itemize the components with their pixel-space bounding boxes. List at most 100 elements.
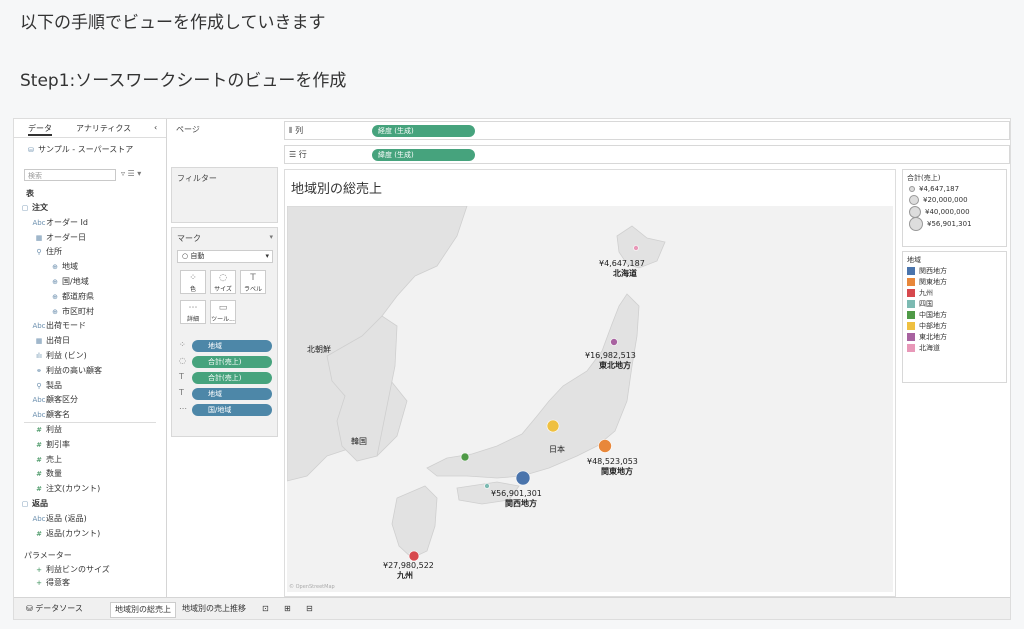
dimension-icon: ⊕ — [52, 263, 58, 272]
field-item[interactable]: ⊕ 国/地域 — [48, 275, 89, 289]
size-legend-item[interactable]: ¥40,000,000 — [903, 206, 1006, 218]
field-item[interactable]: ▢ 返品 — [18, 497, 48, 511]
columns-shelf[interactable]: ⦀ 列 経度 (生成) — [284, 121, 1010, 140]
dimension-icon: ⊕ — [52, 292, 58, 301]
pages-card: ページ — [171, 119, 278, 163]
field-item[interactable]: # 返品(カウント) — [32, 527, 100, 541]
field-item[interactable]: ılı 利益 (ビン) — [32, 349, 87, 363]
color-legend-item[interactable]: 中部地方 — [903, 321, 1006, 332]
rows-pill[interactable]: 緯度 (生成) — [372, 149, 475, 161]
new-story-icon[interactable]: ⊟ — [302, 602, 317, 616]
size-legend-item[interactable]: ¥20,000,000 — [903, 195, 1006, 206]
marks-button-label: 詳細 — [186, 316, 199, 323]
marks-button-label: ツール... — [211, 316, 235, 323]
color-legend-label: 関西地方 — [919, 267, 947, 275]
rows-shelf[interactable]: ☰ 行 緯度 (生成) — [284, 145, 1010, 164]
map[interactable]: 北朝鮮 韓国 日本 ¥4,647,187北海道 ¥16,982,513東北地方 ¥4… — [287, 206, 893, 592]
field-item[interactable]: # 割引率 — [32, 438, 70, 452]
map-point[interactable] — [598, 439, 612, 453]
color-legend-item[interactable]: 関西地方 — [903, 266, 1006, 277]
mark-type-select[interactable]: ○ 自動 ▾ — [177, 250, 273, 263]
color-swatch — [907, 322, 915, 330]
field-item[interactable]: ▦ オーダー日 — [32, 231, 86, 245]
tab-analytics[interactable]: アナリティクス — [76, 123, 131, 134]
field-item[interactable]: ⊕ 都道府県 — [48, 290, 94, 304]
marks-button[interactable]: ⁘ 色 — [180, 270, 206, 294]
field-item[interactable]: Abc顧客区分 — [32, 393, 78, 407]
field-item[interactable]: # 売上 — [32, 453, 62, 467]
dimension-icon: Abc — [32, 411, 46, 420]
search-input[interactable]: 検索 — [24, 169, 116, 181]
measure-icon: # — [36, 426, 42, 434]
marks-button-icon: ⋯ — [188, 303, 198, 313]
sheet-tab-1[interactable]: 地域別の総売上 — [110, 602, 176, 618]
parameter-item[interactable]: + 利益ビンのサイズ — [32, 563, 110, 577]
datasource-tab[interactable]: ⛁ データソース — [22, 602, 87, 616]
color-legend-item[interactable]: 北海道 — [903, 343, 1006, 354]
map-point-region-label: 関西地方 — [505, 498, 537, 508]
map-point[interactable] — [515, 470, 531, 486]
datasource-item[interactable]: ⛁ サンプル - スーパーストア — [24, 143, 133, 157]
marks-pill[interactable]: 合計(売上) — [192, 372, 272, 384]
map-point[interactable] — [484, 483, 490, 489]
size-circle-icon — [909, 186, 915, 192]
marks-pill[interactable]: 合計(売上) — [192, 356, 272, 368]
color-legend-item[interactable]: 九州 — [903, 288, 1006, 299]
field-item[interactable]: ▢ 注文 — [18, 201, 48, 215]
map-point[interactable] — [460, 452, 470, 462]
map-point[interactable] — [610, 338, 618, 346]
field-item[interactable]: ⊕ 地域 — [48, 260, 78, 274]
marks-button[interactable]: T ラベル — [240, 270, 266, 294]
measure-icon: # — [36, 529, 42, 538]
tab-data[interactable]: データ — [28, 123, 52, 136]
filters-card[interactable]: フィルター — [171, 167, 278, 223]
field-item[interactable]: # 数量 — [32, 467, 62, 481]
field-item[interactable]: Abc返品 (返品) — [32, 512, 86, 526]
marks-pill[interactable]: 地域 — [192, 388, 272, 400]
map-point[interactable] — [546, 419, 560, 433]
columns-pill[interactable]: 経度 (生成) — [372, 125, 475, 137]
field-item[interactable]: Abcオーダー Id — [32, 216, 88, 230]
map-point[interactable] — [633, 245, 639, 251]
field-item[interactable]: ▦ 出荷日 — [32, 334, 70, 348]
marks-pill[interactable]: 地域 — [192, 340, 272, 352]
marks-menu-icon[interactable]: ▾ — [269, 233, 273, 241]
parameter-item[interactable]: + 得意客 — [32, 576, 70, 590]
color-legend-item[interactable]: 関東地方 — [903, 277, 1006, 288]
field-label: 利益 (ビン) — [46, 351, 87, 360]
marks-button[interactable]: ▭ ツール... — [210, 300, 236, 324]
marks-button[interactable]: ◌ サイズ — [210, 270, 236, 294]
marks-button[interactable]: ⋯ 詳細 — [180, 300, 206, 324]
field-item[interactable]: ⚭ 利益の高い顧客 — [32, 364, 102, 378]
color-legend-label: 北海道 — [919, 344, 940, 352]
color-legend[interactable]: 地域 関西地方 関東地方 九州 四国 中国地方 中部地方 東北地方 北海道 — [902, 251, 1007, 383]
pill-encoding-icon: ⋯ — [179, 404, 187, 413]
collapse-pane-icon[interactable]: ‹ — [154, 123, 157, 132]
marks-button-label: サイズ — [214, 286, 232, 293]
color-legend-item[interactable]: 東北地方 — [903, 332, 1006, 343]
field-item[interactable]: # 利益 — [32, 423, 62, 437]
parameter-label: 利益ビンのサイズ — [46, 565, 110, 574]
field-item[interactable]: ⚲ 製品 — [32, 379, 62, 393]
color-legend-item[interactable]: 四国 — [903, 299, 1006, 310]
size-legend-item[interactable]: ¥56,901,301 — [903, 217, 1006, 231]
filter-fields-icon[interactable]: ▿ ☰ ▾ — [121, 169, 141, 178]
marks-pill[interactable]: 国/地域 — [192, 404, 272, 416]
map-label-korea: 韓国 — [351, 436, 367, 446]
field-item[interactable]: ⊕ 市区町村 — [48, 305, 94, 319]
new-sheet-icon[interactable]: ⊡ — [258, 602, 273, 616]
map-point[interactable] — [408, 550, 420, 562]
field-item[interactable]: ⚲ 住所 — [32, 245, 62, 259]
color-legend-item[interactable]: 中国地方 — [903, 310, 1006, 321]
color-swatch — [907, 289, 915, 297]
parameter-icon: + — [36, 566, 42, 574]
dimension-icon: ⊕ — [52, 307, 58, 316]
field-label: オーダー Id — [46, 217, 88, 227]
size-legend[interactable]: 合計(売上) ¥4,647,187 ¥20,000,000 ¥40,000,000 ¥… — [902, 169, 1007, 247]
size-legend-item[interactable]: ¥4,647,187 — [903, 184, 1006, 195]
field-item[interactable]: Abc顧客名 — [32, 408, 70, 422]
sheet-tab-2[interactable]: 地域別の売上推移 — [178, 602, 250, 616]
field-item[interactable]: # 注文(カウント) — [32, 482, 100, 496]
new-dashboard-icon[interactable]: ⊞ — [280, 602, 295, 616]
field-item[interactable]: Abc出荷モード — [32, 319, 86, 333]
